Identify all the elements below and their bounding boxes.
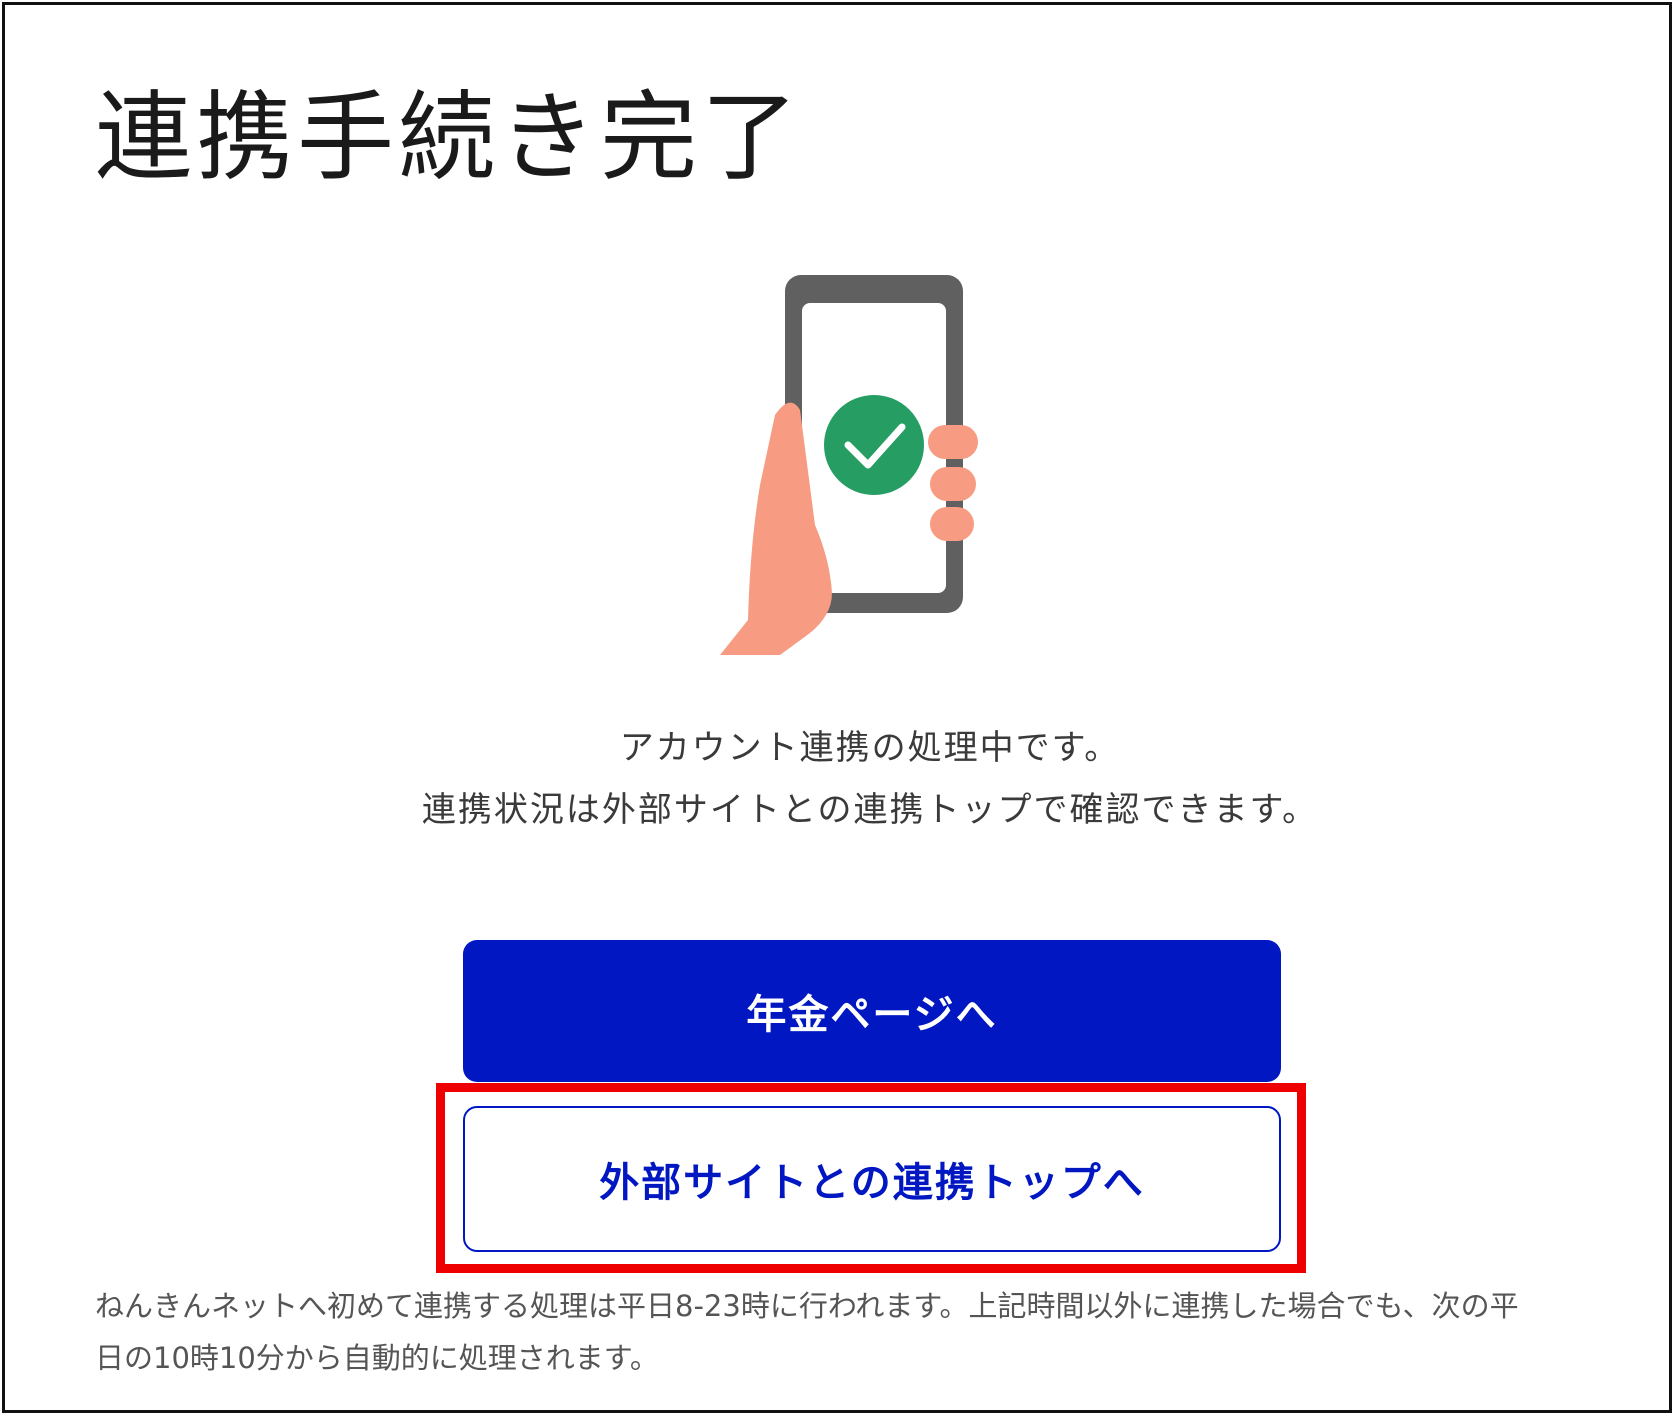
check-circle-icon bbox=[824, 395, 924, 495]
status-message-line1: アカウント連携の処理中です。 bbox=[619, 728, 1121, 768]
page-title: 連携手続き完了 bbox=[95, 81, 802, 194]
processing-note-line1: ねんきんネットへ初めて連携する処理は平日8-23時に行われます。上記時間以外に連… bbox=[95, 1289, 1519, 1323]
pension-page-button[interactable]: 年金ページへ bbox=[463, 940, 1281, 1082]
external-site-top-button-label: 外部サイトとの連携トップへ bbox=[599, 1160, 1145, 1206]
processing-note-line2: 日の10時10分から自動的に処理されます。 bbox=[95, 1341, 659, 1375]
status-message-line2: 連携状況は外部サイトとの連携トップで確認できます。 bbox=[421, 790, 1319, 830]
phone-check-illustration bbox=[720, 275, 1000, 655]
pension-page-button-label: 年金ページへ bbox=[746, 992, 998, 1038]
processing-note: ねんきんネットへ初めて連携する処理は平日8-23時に行われます。上記時間以外に連… bbox=[95, 1280, 1625, 1384]
external-site-top-button[interactable]: 外部サイトとの連携トップへ bbox=[463, 1106, 1281, 1252]
